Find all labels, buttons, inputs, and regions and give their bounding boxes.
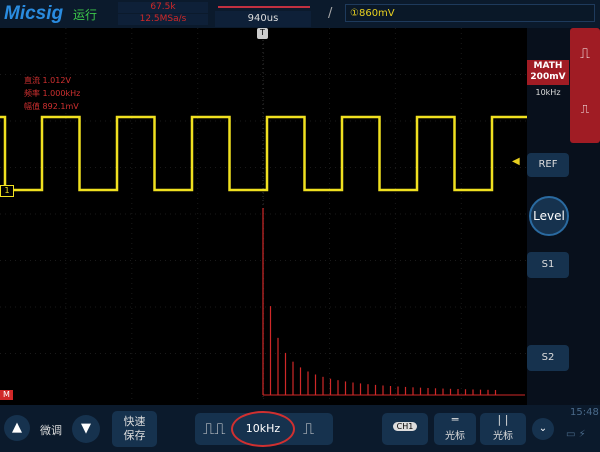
frequency-value[interactable]: 10kHz [231, 411, 295, 447]
math-marker[interactable]: M [0, 390, 13, 400]
logo: Micsig [4, 3, 64, 24]
status-icons: ▭ ⚡ [566, 429, 586, 440]
timebase-position-bar[interactable] [218, 6, 310, 8]
level-knob[interactable]: Level [529, 196, 569, 236]
pulse-icon: ⎍ [580, 46, 590, 62]
run-status[interactable]: 运行 [73, 6, 97, 23]
fine-up-button[interactable]: ▲ [4, 415, 30, 441]
ch1-marker[interactable]: 1 [0, 185, 14, 197]
trigger-level-arrow-icon[interactable]: ◀ [512, 156, 520, 167]
frequency-control: ⎍⎍ 10kHz ⎍ [195, 411, 333, 447]
measurements: 直流 1.012V 频率 1.000kHz 幅值 892.1mV [24, 74, 80, 113]
expand-menu-button[interactable]: ⌄ [532, 418, 554, 440]
trigger-level[interactable]: ①860mV [345, 4, 595, 22]
cursor-horizontal-button[interactable]: ═ 光标 [434, 413, 476, 445]
quick-save-button[interactable]: 快速 保存 [112, 411, 157, 447]
clock: 15:48 [570, 407, 599, 418]
s1-button[interactable]: S1 [527, 252, 569, 278]
math-frequency: 10kHz [535, 88, 561, 97]
fine-adjust-label: 微调 [40, 424, 62, 437]
horizontal-cursor-icon: ═ [451, 413, 459, 426]
sample-rate[interactable]: 12.5MSa/s [118, 14, 208, 25]
top-bar: Micsig 运行 67.5k 12.5MSa/s 940us / ①860mV [0, 0, 600, 28]
math-channel-tab[interactable]: ⎍ ⎍ [570, 28, 600, 143]
vertical-cursor-icon: | | [497, 413, 509, 426]
bottom-toolbar: ▲ 微调 ▼ 快速 保存 ⎍⎍ 10kHz ⎍ CH1 ═ 光标 | | 光标 ⌄ 1… [0, 405, 600, 452]
s2-button[interactable]: S2 [527, 345, 569, 371]
measurement-amplitude: 幅值 892.1mV [24, 102, 79, 111]
fine-down-button[interactable]: ▼ [72, 415, 100, 443]
trigger-position-marker[interactable]: T [257, 28, 268, 39]
channel-select-button[interactable]: CH1 [382, 413, 428, 445]
pulse-icon: ⎍ [580, 102, 590, 116]
ref-button[interactable]: REF [527, 153, 569, 177]
memory-depth[interactable]: 67.5k [118, 2, 208, 13]
cursor-vertical-button[interactable]: | | 光标 [480, 413, 526, 445]
math-scale-button[interactable]: MATH 200mV [527, 60, 569, 85]
right-panel: ⎍ ⎍ MATH 200mV 10kHz REF Level S1 S2 [527, 28, 600, 405]
timebase[interactable]: 940us [215, 11, 311, 27]
measurement-frequency: 频率 1.000kHz [24, 89, 81, 98]
decrease-frequency-icon[interactable]: ⎍ [303, 419, 314, 439]
trigger-slope-icon[interactable]: / [328, 6, 332, 21]
increase-frequency-icon[interactable]: ⎍⎍ [203, 419, 225, 439]
measurement-dc: 直流 1.012V [24, 76, 71, 85]
